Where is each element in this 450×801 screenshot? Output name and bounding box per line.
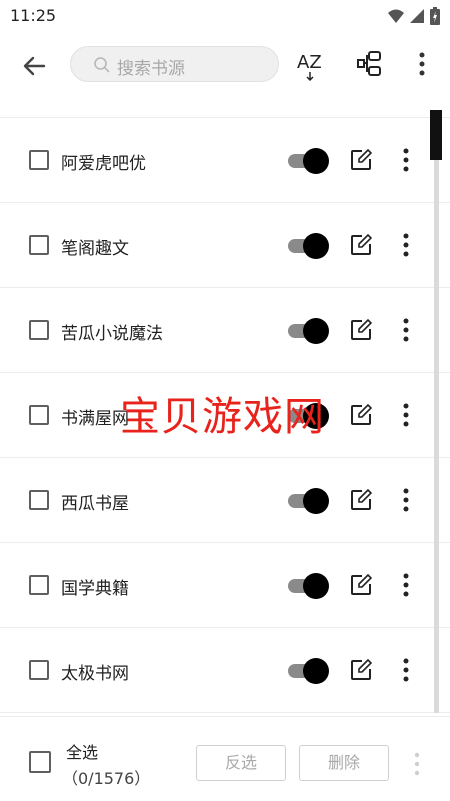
source-checkbox[interactable]: [29, 660, 49, 680]
enable-switch[interactable]: [288, 488, 329, 514]
enable-switch[interactable]: [288, 318, 329, 344]
list-item[interactable]: 西瓜书屋: [0, 458, 450, 543]
group-icon[interactable]: [356, 50, 384, 78]
status-icons: [388, 7, 440, 25]
edit-icon[interactable]: [350, 489, 372, 511]
enable-switch[interactable]: [288, 148, 329, 174]
status-bar: 11:25: [0, 0, 450, 32]
enable-switch[interactable]: [288, 658, 329, 684]
selection-count: （0/1576）: [62, 769, 151, 788]
list-item[interactable]: 笔阁趣文: [0, 203, 450, 288]
source-checkbox[interactable]: [29, 575, 49, 595]
scrollbar-track[interactable]: [434, 110, 439, 713]
source-checkbox[interactable]: [29, 150, 49, 170]
status-time: 11:25: [10, 6, 57, 25]
source-checkbox[interactable]: [29, 320, 49, 340]
edit-icon[interactable]: [350, 149, 372, 171]
switch-thumb: [303, 318, 329, 344]
source-name: 太极书网: [61, 664, 129, 684]
bottom-action-bar: 全选 （0/1576） 反选 删除: [0, 716, 450, 801]
list-item[interactable]: 太极书网: [0, 628, 450, 713]
source-name: 阿爱虎吧优: [61, 154, 146, 174]
switch-thumb: [303, 573, 329, 599]
back-arrow-icon[interactable]: [18, 50, 50, 82]
search-input[interactable]: 搜索书源: [70, 46, 279, 82]
list-item[interactable]: 阿爱虎吧优: [0, 118, 450, 203]
more-vert-icon[interactable]: [412, 50, 432, 78]
more-vert-icon[interactable]: [398, 147, 414, 173]
source-name: 苦瓜小说魔法: [61, 324, 163, 344]
source-checkbox[interactable]: [29, 405, 49, 425]
more-vert-icon[interactable]: [411, 751, 423, 777]
source-checkbox[interactable]: [29, 490, 49, 510]
watermark-text: 宝贝游戏网: [120, 394, 325, 440]
more-vert-icon[interactable]: [398, 317, 414, 343]
sort-label: AZ: [297, 52, 322, 73]
sort-az-icon[interactable]: AZ: [295, 48, 325, 82]
top-app-bar: 搜索书源 AZ: [0, 32, 450, 98]
more-vert-icon[interactable]: [398, 487, 414, 513]
switch-thumb: [303, 658, 329, 684]
source-name: 西瓜书屋: [61, 494, 129, 514]
list-item[interactable]: 国学典籍: [0, 543, 450, 628]
signal-icon: [410, 9, 424, 23]
battery-icon: [430, 7, 440, 25]
search-icon: [94, 57, 110, 73]
edit-icon[interactable]: [350, 234, 372, 256]
edit-icon[interactable]: [350, 574, 372, 596]
source-checkbox[interactable]: [29, 235, 49, 255]
switch-thumb: [303, 148, 329, 174]
switch-thumb: [303, 233, 329, 259]
edit-icon[interactable]: [350, 404, 372, 426]
more-vert-icon[interactable]: [398, 402, 414, 428]
enable-switch[interactable]: [288, 233, 329, 259]
source-name: 国学典籍: [61, 579, 129, 599]
list-item[interactable]: 苦瓜小说魔法: [0, 288, 450, 373]
more-vert-icon[interactable]: [398, 232, 414, 258]
more-vert-icon[interactable]: [398, 657, 414, 683]
wifi-icon: [388, 9, 404, 23]
select-all-checkbox[interactable]: [29, 751, 51, 773]
search-placeholder: 搜索书源: [117, 59, 185, 79]
edit-icon[interactable]: [350, 319, 372, 341]
source-name: 笔阁趣文: [61, 239, 129, 259]
scrollbar-thumb[interactable]: [430, 110, 442, 160]
edit-icon[interactable]: [350, 659, 372, 681]
source-name: 书满屋网: [61, 409, 129, 429]
enable-switch[interactable]: [288, 573, 329, 599]
select-all-label: 全选: [66, 743, 99, 762]
delete-button[interactable]: 删除: [299, 745, 389, 781]
switch-thumb: [303, 488, 329, 514]
more-vert-icon[interactable]: [398, 572, 414, 598]
invert-selection-button[interactable]: 反选: [196, 745, 286, 781]
